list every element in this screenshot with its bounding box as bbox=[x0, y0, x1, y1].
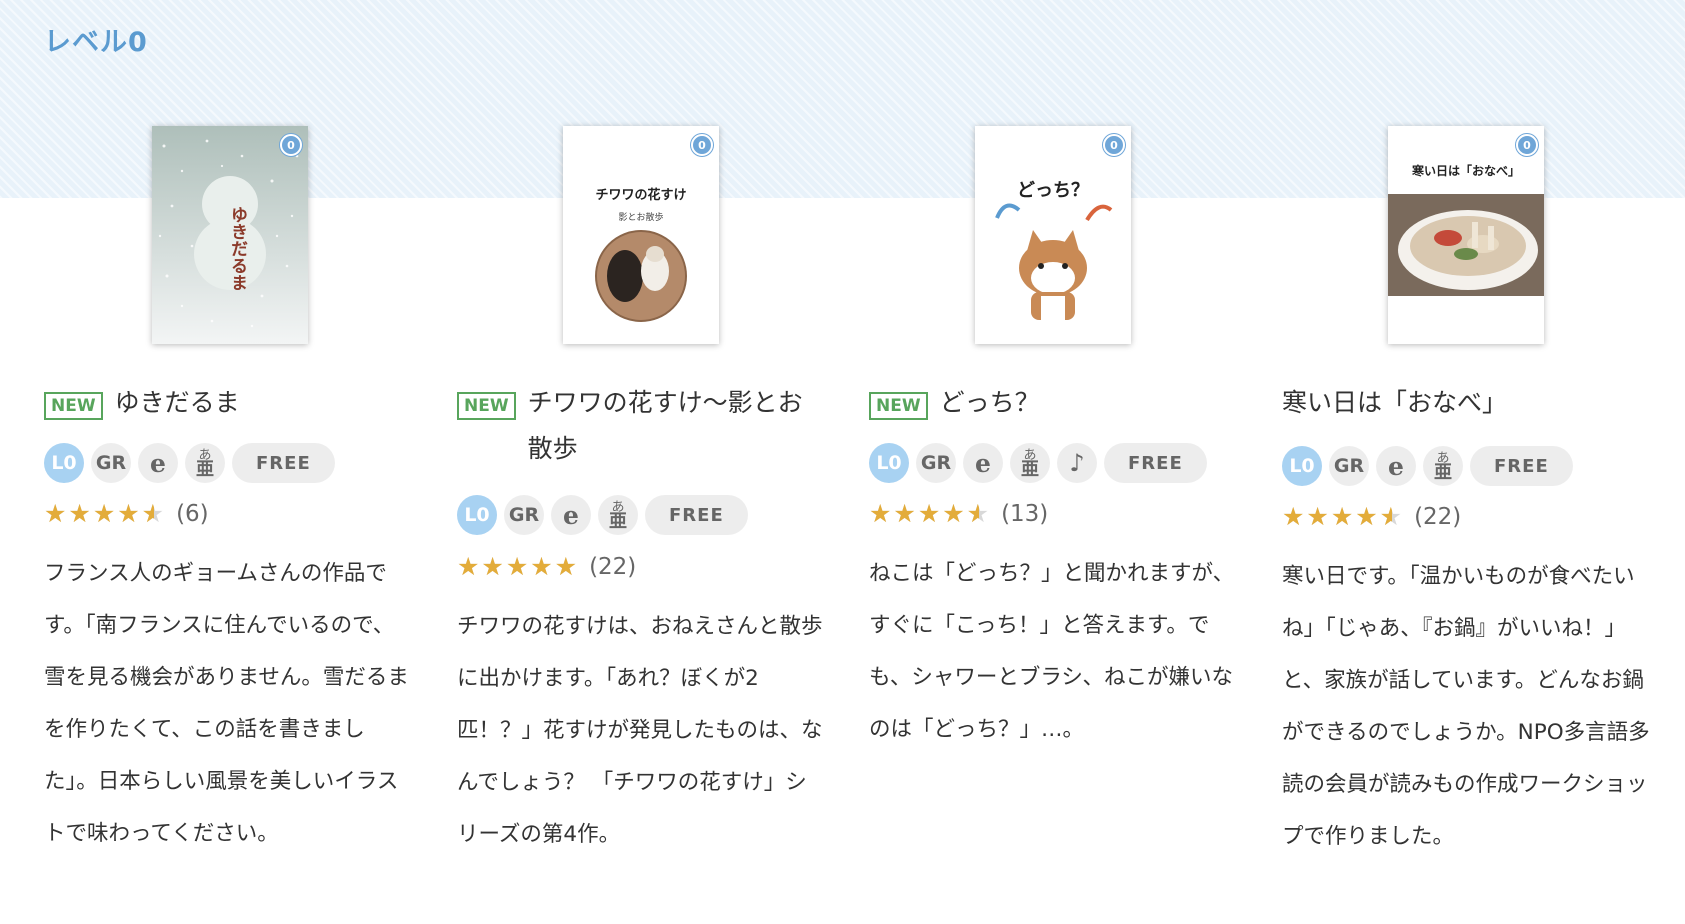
cover-illustration-hotpot bbox=[1388, 194, 1544, 296]
star-rating-fill: ★★★★★ bbox=[457, 553, 580, 581]
graded-reader-tag[interactable]: GR bbox=[504, 495, 544, 535]
book-card[interactable]: チワワの花すけ 影とお散歩 0 NEW チワワの花すけ〜影とお散歩 L0 GR … bbox=[457, 0, 827, 924]
star-rating-fill: ★★★★★ bbox=[44, 500, 154, 528]
furigana-tag[interactable]: あ 亜 bbox=[598, 495, 638, 535]
music-note-icon[interactable]: ♪ bbox=[1057, 443, 1097, 483]
furigana-tag-bottom: 亜 bbox=[1434, 462, 1452, 483]
free-tag[interactable]: FREE bbox=[1104, 443, 1207, 483]
ebook-tag[interactable]: e bbox=[1376, 446, 1416, 486]
review-count[interactable]: (6) bbox=[176, 501, 209, 527]
new-badge: NEW bbox=[457, 392, 516, 420]
graded-reader-tag[interactable]: GR bbox=[916, 443, 956, 483]
book-title[interactable]: 寒い日は「おなべ」 bbox=[1282, 380, 1507, 426]
review-count[interactable]: (22) bbox=[1414, 504, 1461, 530]
new-badge: NEW bbox=[869, 392, 928, 420]
furigana-tag[interactable]: あ 亜 bbox=[185, 443, 225, 483]
book-card[interactable]: 寒い日は「おなべ」 0 寒い日は「おなべ」 L0 GR e あ 亜 FREE ★… bbox=[1282, 0, 1652, 924]
cover-level-badge: 0 bbox=[1516, 134, 1538, 156]
book-description: チワワの花すけは、おねえさんと散歩に出かけます。「あれ？ぼくが2匹！？」花すけが… bbox=[457, 614, 823, 847]
star-rating: ★★★★★★★★★★ bbox=[457, 552, 580, 581]
book-card[interactable]: ゆきだるま 0 NEW ゆきだるま L0 GR e あ 亜 FREE ★★★★★… bbox=[44, 0, 414, 924]
star-rating-fill: ★★★★★ bbox=[1282, 503, 1392, 531]
free-tag[interactable]: FREE bbox=[645, 495, 748, 535]
book-title[interactable]: チワワの花すけ〜影とお散歩 bbox=[528, 380, 827, 472]
rating: ★★★★★★★★★★ (13) bbox=[869, 500, 1048, 528]
book-title-row: 寒い日は「おなべ」 bbox=[1282, 388, 1652, 426]
book-card[interactable]: どっち？ 0 NEW どっち？ L0 GR e あ 亜 ♪ FREE ★★★★★… bbox=[869, 0, 1239, 924]
star-rating: ★★★★★★★★★★ bbox=[44, 499, 167, 528]
ebook-tag[interactable]: e bbox=[138, 443, 178, 483]
cover-title: ゆきだるま bbox=[227, 205, 247, 291]
level-tag[interactable]: L0 bbox=[869, 443, 909, 483]
book-cover[interactable]: どっち？ 0 bbox=[975, 126, 1131, 344]
star-rating-fill: ★★★★★ bbox=[869, 500, 979, 528]
book-description: フランス人のギョームさんの作品です。「南フランスに住んでいるので、雪を見る機会が… bbox=[44, 561, 409, 846]
rating: ★★★★★★★★★★ (22) bbox=[457, 553, 636, 581]
cover-level-badge: 0 bbox=[691, 134, 713, 156]
book-cover[interactable]: ゆきだるま 0 bbox=[152, 126, 308, 344]
book-cover[interactable]: 寒い日は「おなべ」 0 bbox=[1388, 126, 1544, 344]
review-count[interactable]: (22) bbox=[589, 554, 636, 580]
furigana-tag[interactable]: あ 亜 bbox=[1423, 446, 1463, 486]
ebook-tag[interactable]: e bbox=[551, 495, 591, 535]
furigana-tag[interactable]: あ 亜 bbox=[1010, 443, 1050, 483]
book-title-row: NEW チワワの花すけ〜影とお散歩 bbox=[457, 388, 827, 472]
tag-list: L0 GR e あ 亜 FREE bbox=[1282, 446, 1573, 486]
rating: ★★★★★★★★★★ (6) bbox=[44, 500, 209, 528]
level-tag[interactable]: L0 bbox=[44, 443, 84, 483]
book-title[interactable]: ゆきだるま bbox=[115, 380, 240, 426]
book-title[interactable]: どっち？ bbox=[940, 380, 1040, 426]
furigana-tag-bottom: 亜 bbox=[196, 459, 214, 480]
book-cover[interactable]: チワワの花すけ 影とお散歩 0 bbox=[563, 126, 719, 344]
free-tag[interactable]: FREE bbox=[232, 443, 335, 483]
cover-level-badge: 0 bbox=[280, 134, 302, 156]
book-title-row: NEW ゆきだるま bbox=[44, 388, 414, 426]
tag-list: L0 GR e あ 亜 FREE bbox=[457, 495, 748, 535]
review-count[interactable]: (13) bbox=[1001, 501, 1048, 527]
book-description: 寒い日です。「温かいものが食べたいね」「じゃあ、『お鍋』がいいね！」と、家族が話… bbox=[1282, 564, 1650, 849]
new-badge: NEW bbox=[44, 392, 103, 420]
cover-illustration-chihuahua bbox=[595, 230, 687, 322]
level-tag[interactable]: L0 bbox=[457, 495, 497, 535]
tag-list: L0 GR e あ 亜 ♪ FREE bbox=[869, 443, 1207, 483]
rating: ★★★★★★★★★★ (22) bbox=[1282, 503, 1461, 531]
book-title-row: NEW どっち？ bbox=[869, 388, 1239, 426]
star-rating: ★★★★★★★★★★ bbox=[869, 499, 992, 528]
furigana-tag-bottom: 亜 bbox=[1021, 459, 1039, 480]
cover-level-badge: 0 bbox=[1103, 134, 1125, 156]
star-rating: ★★★★★★★★★★ bbox=[1282, 502, 1405, 531]
furigana-tag-bottom: 亜 bbox=[609, 511, 627, 532]
tag-list: L0 GR e あ 亜 FREE bbox=[44, 443, 335, 483]
level-tag[interactable]: L0 bbox=[1282, 446, 1322, 486]
ebook-tag[interactable]: e bbox=[963, 443, 1003, 483]
cover-illustration-cat bbox=[995, 203, 1113, 320]
book-description: ねこは「どっち？」と聞かれますが、すぐに「こっち！」と答えます。でも、シャワーと… bbox=[869, 561, 1235, 742]
free-tag[interactable]: FREE bbox=[1470, 446, 1573, 486]
graded-reader-tag[interactable]: GR bbox=[1329, 446, 1369, 486]
graded-reader-tag[interactable]: GR bbox=[91, 443, 131, 483]
